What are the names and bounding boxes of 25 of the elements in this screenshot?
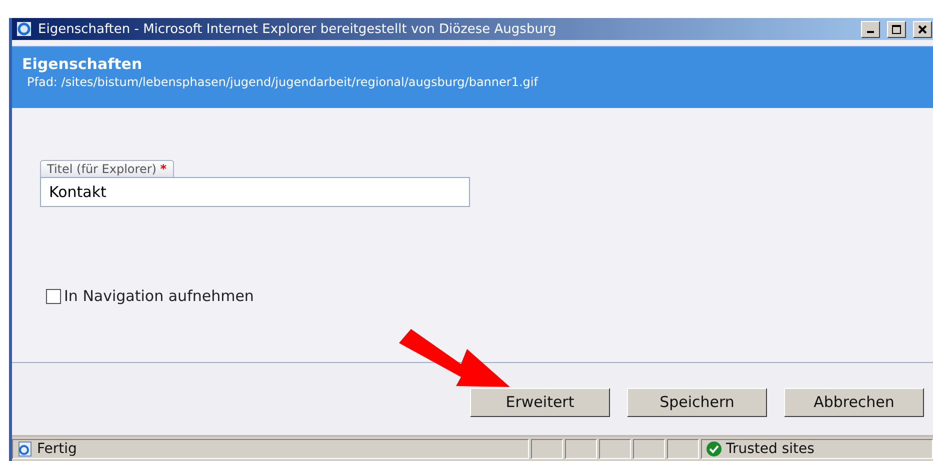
status-pane xyxy=(667,439,699,459)
title-input[interactable]: Kontakt xyxy=(40,177,470,207)
status-pane xyxy=(599,439,631,459)
security-zone: Trusted sites xyxy=(726,441,814,457)
status-pane xyxy=(633,439,665,459)
browser-icon xyxy=(16,21,32,37)
dialog-button[interactable]: Speichern xyxy=(627,388,767,416)
file-path: Pfad: /sites/bistum/lebensphasen/jugend/jugendarbeit/regional/augsburg/banner1.gif xyxy=(26,75,540,89)
maximize-button[interactable] xyxy=(887,20,906,38)
dialog-title: Eigenschaften xyxy=(22,55,144,73)
checkbox-label: In Navigation aufnehmen xyxy=(64,287,254,305)
status-pane xyxy=(531,439,563,459)
check-icon xyxy=(706,441,722,457)
close-icon xyxy=(918,24,927,34)
page-icon xyxy=(17,441,33,457)
status-text: Fertig xyxy=(37,441,77,457)
status-pane xyxy=(565,439,597,459)
minimize-button[interactable] xyxy=(861,20,880,38)
window-title: Eigenschaften - Microsoft Internet Explorer bereitgestellt von Diözese Augsburg xyxy=(38,22,558,36)
field-label: Titel (für Explorer) * xyxy=(40,160,174,177)
dialog-button[interactable]: Erweitert xyxy=(470,388,610,416)
navigation-checkbox[interactable] xyxy=(46,288,61,304)
close-button[interactable] xyxy=(913,20,932,38)
dialog-button[interactable]: Abbrechen xyxy=(784,388,924,416)
maximize-icon xyxy=(892,24,901,34)
